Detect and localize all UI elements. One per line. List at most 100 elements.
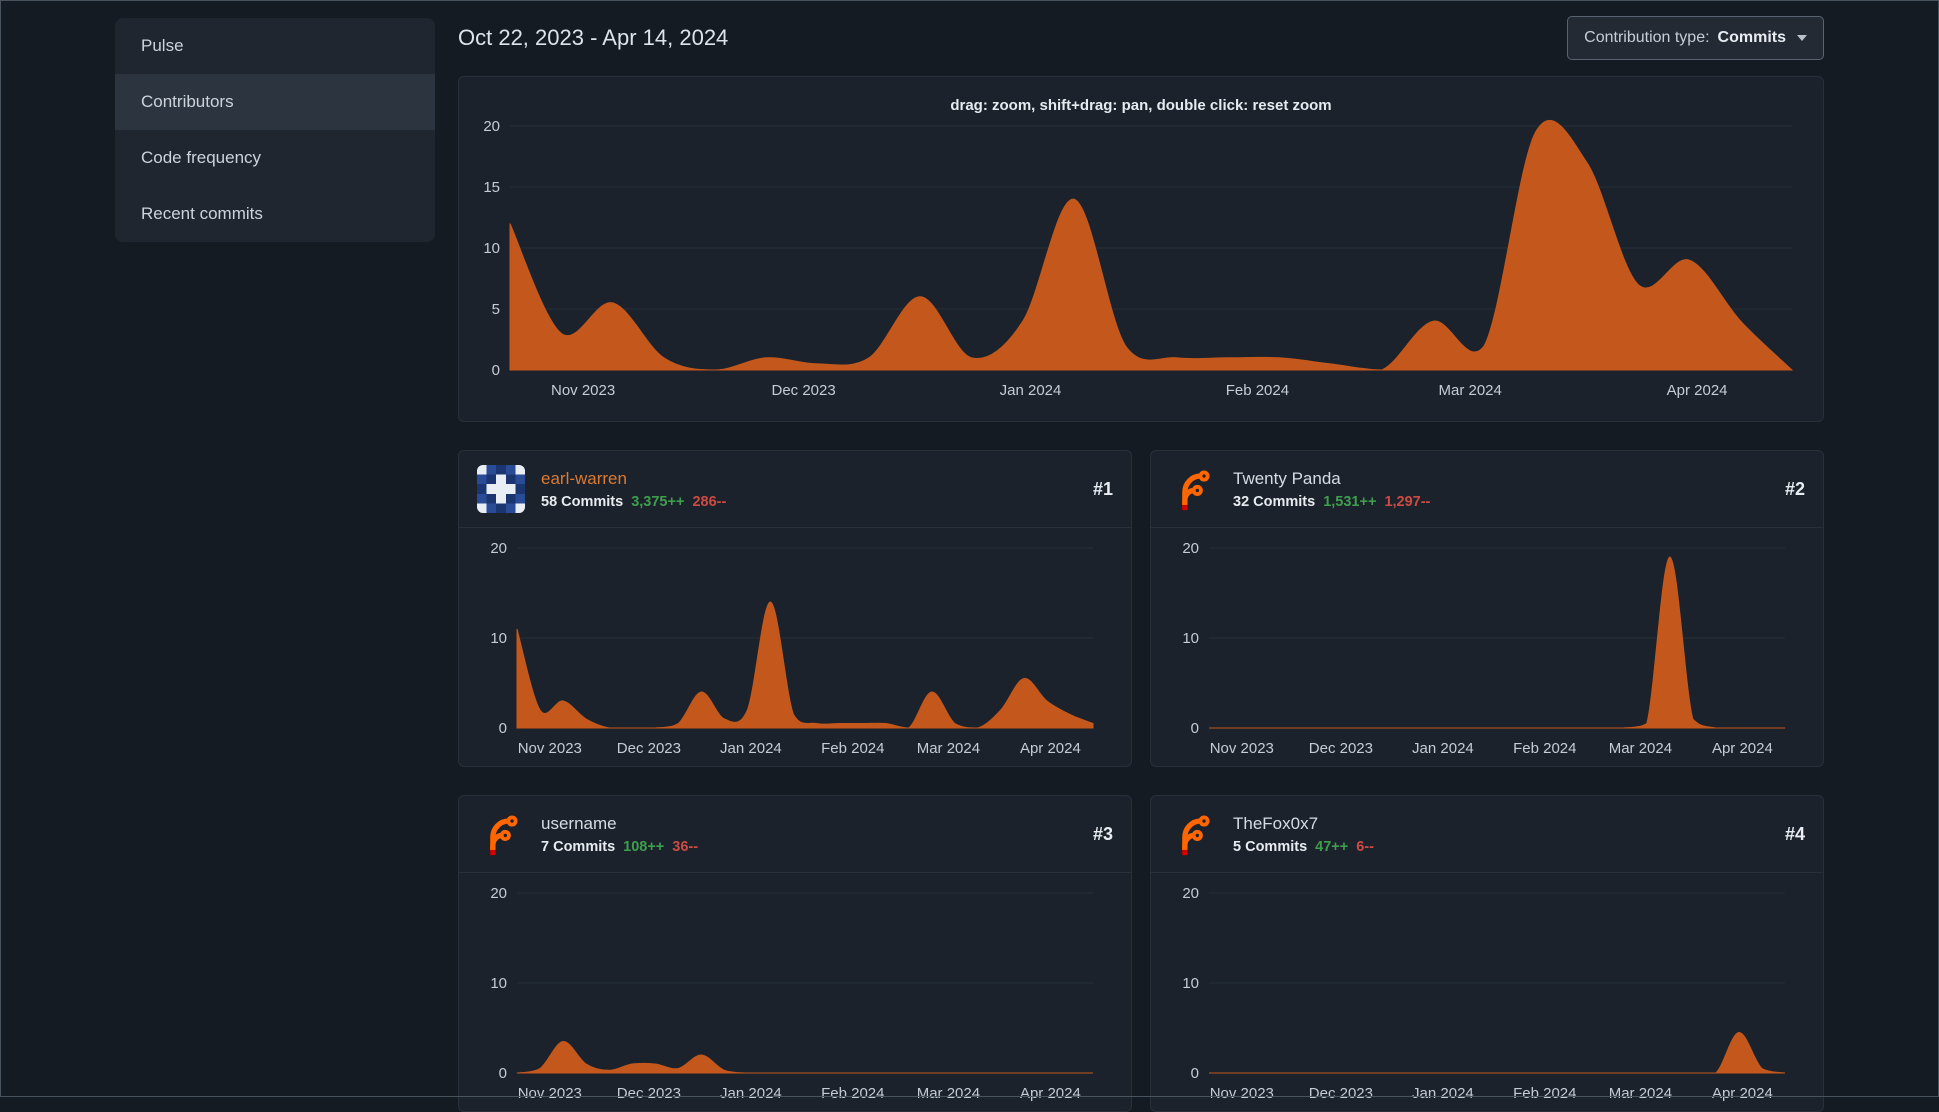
- svg-text:Mar 2024: Mar 2024: [917, 1085, 980, 1102]
- contributor-name[interactable]: username: [541, 814, 698, 834]
- additions-count: 108++: [623, 838, 665, 855]
- rank-badge: #4: [1784, 823, 1805, 844]
- svg-text:Dec 2023: Dec 2023: [1309, 1085, 1373, 1102]
- sidebar-item-recent-commits[interactable]: Recent commits: [115, 186, 435, 242]
- sidebar-item-contributors[interactable]: Contributors: [115, 74, 435, 130]
- contributor-chart-wrap: 0 10 20 Nov 2023 Dec 2023 Jan 2024 Feb 2024 Mar…: [1151, 873, 1823, 1111]
- svg-text:Dec 2023: Dec 2023: [1309, 740, 1373, 757]
- svg-text:Apr 2024: Apr 2024: [1020, 740, 1081, 757]
- contribution-type-dropdown[interactable]: Contribution type: Commits: [1567, 16, 1824, 60]
- svg-text:Jan 2024: Jan 2024: [1412, 740, 1474, 757]
- contributor-info: username 7 Commits 108++ 36--: [541, 814, 698, 855]
- contributor-stats: 32 Commits 1,531++ 1,297--: [1233, 494, 1430, 510]
- svg-text:Mar 2024: Mar 2024: [917, 740, 980, 757]
- contributor-name[interactable]: TheFox0x7: [1233, 814, 1374, 834]
- svg-text:Feb 2024: Feb 2024: [1513, 1085, 1576, 1102]
- deletions-count: 1,297--: [1384, 493, 1431, 510]
- forgejo-logo-avatar[interactable]: [477, 810, 525, 858]
- svg-text:20: 20: [483, 118, 500, 135]
- svg-text:0: 0: [499, 1065, 507, 1082]
- svg-text:10: 10: [1182, 975, 1199, 992]
- svg-text:Apr 2024: Apr 2024: [1712, 1085, 1773, 1102]
- additions-count: 47++: [1315, 838, 1349, 855]
- contributor-stats: 7 Commits 108++ 36--: [541, 839, 698, 855]
- deletions-count: 6--: [1356, 838, 1374, 855]
- contributor-chart-wrap: 0 10 20 Nov 2023 Dec 2023 Jan 2024 Feb 2024 Mar…: [459, 528, 1131, 766]
- contributor-chart[interactable]: 0 10 20 Nov 2023 Dec 2023 Jan 2024 Feb 2024 Mar…: [471, 881, 1119, 1107]
- svg-text:Nov 2023: Nov 2023: [518, 1085, 582, 1102]
- svg-text:Dec 2023: Dec 2023: [771, 382, 835, 399]
- contributor-card: earl-warren 58 Commits 3,375++ 286-- #1 …: [458, 450, 1132, 767]
- contributor-chart[interactable]: 0 10 20 Nov 2023 Dec 2023 Jan 2024 Feb 2024 Mar…: [1163, 536, 1811, 762]
- commit-count: 5 Commits: [1233, 838, 1308, 855]
- contributor-stats: 58 Commits 3,375++ 286--: [541, 494, 726, 510]
- identicon-avatar[interactable]: [477, 465, 525, 513]
- rank-badge: #3: [1092, 823, 1113, 844]
- contributor-info: Twenty Panda 32 Commits 1,531++ 1,297--: [1233, 469, 1430, 510]
- svg-text:0: 0: [1191, 720, 1199, 737]
- svg-text:Jan 2024: Jan 2024: [1412, 1085, 1474, 1102]
- svg-text:20: 20: [490, 885, 507, 902]
- contributor-card-header: TheFox0x7 5 Commits 47++ 6-- #4: [1151, 796, 1823, 873]
- rank-badge: #1: [1092, 478, 1113, 499]
- contributor-info: TheFox0x7 5 Commits 47++ 6--: [1233, 814, 1374, 855]
- contributor-name[interactable]: Twenty Panda: [1233, 469, 1430, 489]
- svg-text:20: 20: [1182, 540, 1199, 557]
- contributor-name[interactable]: earl-warren: [541, 469, 726, 489]
- svg-text:10: 10: [490, 975, 507, 992]
- contributor-card: TheFox0x7 5 Commits 47++ 6-- #4 0 10 20 Nov…: [1150, 795, 1824, 1112]
- svg-text:Feb 2024: Feb 2024: [1226, 382, 1289, 399]
- svg-text:20: 20: [1182, 885, 1199, 902]
- additions-count: 3,375++: [631, 493, 685, 510]
- svg-text:10: 10: [1182, 630, 1199, 647]
- contributor-card: username 7 Commits 108++ 36-- #3 0 10 20 No…: [458, 795, 1132, 1112]
- svg-text:Mar 2024: Mar 2024: [1609, 1085, 1672, 1102]
- contributor-chart-wrap: 0 10 20 Nov 2023 Dec 2023 Jan 2024 Feb 2024 Mar…: [459, 873, 1131, 1111]
- svg-text:10: 10: [490, 630, 507, 647]
- svg-text:Apr 2024: Apr 2024: [1712, 740, 1773, 757]
- svg-text:Jan 2024: Jan 2024: [1000, 382, 1062, 399]
- chevron-down-icon: [1797, 35, 1807, 41]
- deletions-count: 36--: [672, 838, 699, 855]
- contributor-card-header: Twenty Panda 32 Commits 1,531++ 1,297-- …: [1151, 451, 1823, 528]
- contributors-main: Oct 22, 2023 - Apr 14, 2024 Contribution…: [458, 0, 1824, 1112]
- svg-text:0: 0: [499, 720, 507, 737]
- svg-text:Nov 2023: Nov 2023: [551, 382, 615, 399]
- svg-text:Feb 2024: Feb 2024: [1513, 740, 1576, 757]
- svg-text:20: 20: [490, 540, 507, 557]
- svg-text:Apr 2024: Apr 2024: [1667, 382, 1728, 399]
- contributor-grid: earl-warren 58 Commits 3,375++ 286-- #1 …: [458, 450, 1824, 1112]
- svg-text:Apr 2024: Apr 2024: [1020, 1085, 1081, 1102]
- contributor-card-header: earl-warren 58 Commits 3,375++ 286-- #1: [459, 451, 1131, 528]
- sidebar-item-code-frequency[interactable]: Code frequency: [115, 130, 435, 186]
- svg-text:Nov 2023: Nov 2023: [1210, 1085, 1274, 1102]
- forgejo-logo-avatar[interactable]: [1169, 465, 1217, 513]
- contributor-info: earl-warren 58 Commits 3,375++ 286--: [541, 469, 726, 510]
- svg-text:Feb 2024: Feb 2024: [821, 1085, 884, 1102]
- overall-contributions-card: drag: zoom, shift+drag: pan, double clic…: [458, 76, 1824, 422]
- commit-count: 32 Commits: [1233, 493, 1316, 510]
- deletions-count: 286--: [692, 493, 727, 510]
- svg-text:Feb 2024: Feb 2024: [821, 740, 884, 757]
- sidebar-item-pulse[interactable]: Pulse: [115, 18, 435, 74]
- contributor-chart[interactable]: 0 10 20 Nov 2023 Dec 2023 Jan 2024 Feb 2024 Mar…: [1163, 881, 1811, 1107]
- contribution-type-value: Commits: [1717, 29, 1786, 46]
- contributor-card-header: username 7 Commits 108++ 36-- #3: [459, 796, 1131, 873]
- commit-count: 7 Commits: [541, 838, 616, 855]
- forgejo-logo-avatar[interactable]: [1169, 810, 1217, 858]
- contributor-stats: 5 Commits 47++ 6--: [1233, 839, 1374, 855]
- svg-text:Nov 2023: Nov 2023: [1210, 740, 1274, 757]
- svg-text:5: 5: [492, 301, 500, 318]
- svg-text:Jan 2024: Jan 2024: [720, 1085, 782, 1102]
- svg-text:Dec 2023: Dec 2023: [617, 1085, 681, 1102]
- svg-text:10: 10: [483, 240, 500, 257]
- contributor-chart-wrap: 0 10 20 Nov 2023 Dec 2023 Jan 2024 Feb 2024 Mar…: [1151, 528, 1823, 766]
- svg-text:0: 0: [492, 362, 500, 379]
- svg-text:15: 15: [483, 179, 500, 196]
- activity-sidebar: Pulse Contributors Code frequency Recent…: [115, 18, 435, 242]
- additions-count: 1,531++: [1323, 493, 1377, 510]
- rank-badge: #2: [1784, 478, 1805, 499]
- contributor-chart[interactable]: 0 10 20 Nov 2023 Dec 2023 Jan 2024 Feb 2024 Mar…: [471, 536, 1119, 762]
- date-range-title: Oct 22, 2023 - Apr 14, 2024: [458, 25, 729, 50]
- overall-contributions-chart[interactable]: 0 5 10 15 20 Nov 2023 Dec 2023 Jan 2024 Feb 2024…: [464, 114, 1818, 404]
